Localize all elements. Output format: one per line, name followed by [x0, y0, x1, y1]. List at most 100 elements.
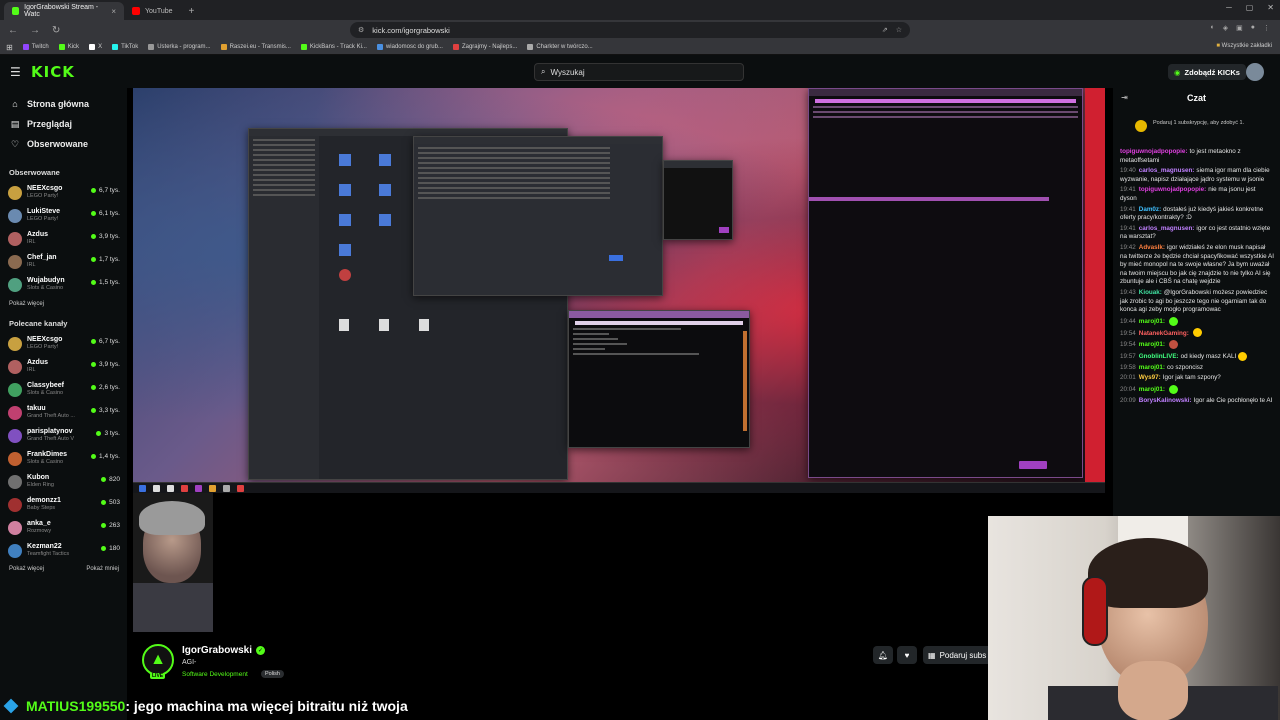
bookmark-item[interactable]: TikTok: [112, 44, 138, 50]
live-dot-icon: [91, 280, 97, 285]
terminal-window: [568, 310, 750, 448]
chat-message: 19:41 topiguwnojadpopopie: nie ma jsonu je…: [1113, 186, 1280, 203]
site-info-icon[interactable]: ⚙: [358, 26, 364, 34]
overlay-text: : jego machina ma więcej bitraitu niż tw…: [125, 698, 408, 714]
extension-icon[interactable]: ▣: [1236, 24, 1243, 32]
bookmark-item[interactable]: Usterka - program...: [148, 44, 211, 50]
channel-item[interactable]: Classybeef Slots & Casino 2,6 tys.: [0, 378, 127, 401]
channel-item[interactable]: demonzz1 Baby Steps 503: [0, 493, 127, 516]
nav-following[interactable]: ♡ Obserwowane: [0, 134, 127, 154]
all-bookmarks-folder[interactable]: ■ Wszystkie zakładki: [1216, 43, 1272, 49]
bookmark-item[interactable]: X: [89, 44, 102, 50]
bookmark-item[interactable]: KickBans - Track Ki...: [300, 44, 367, 50]
show-less-recommended[interactable]: Pokaż mniej: [86, 566, 119, 572]
close-window-icon[interactable]: ✕: [1267, 3, 1274, 12]
channel-item[interactable]: Chef_jan IRL 1,7 tys.: [0, 250, 127, 273]
channel-item[interactable]: parisplatynov Grand Theft Auto V 3 tys.: [0, 424, 127, 447]
sidebar-lines: [249, 139, 319, 196]
streamer-name[interactable]: IgorGrabowski: [182, 645, 252, 656]
browser-tab-youtube[interactable]: YouTube: [124, 2, 181, 20]
channel-category: IRL: [27, 262, 36, 268]
extension-icon[interactable]: ◐: [1211, 24, 1215, 32]
channel-item[interactable]: Azdus IRL 3,9 tys.: [0, 355, 127, 378]
message-username[interactable]: topiguwnojadpopopie:: [1120, 148, 1188, 155]
channel-item[interactable]: Wujabudyn Slots & Casino 1,5 tys.: [0, 273, 127, 296]
kick-logo[interactable]: KICK: [31, 63, 75, 81]
nav-home[interactable]: ⌂ Strona główna: [0, 94, 127, 114]
message-username[interactable]: Wys97:: [1139, 374, 1161, 381]
close-tab-icon[interactable]: ×: [111, 7, 116, 16]
share-icon[interactable]: ⇗: [882, 26, 888, 34]
hamburger-menu-icon[interactable]: ☰: [10, 65, 21, 79]
message-username[interactable]: NatanekGaming:: [1139, 330, 1189, 337]
get-kicks-button[interactable]: ◉ Zdobądź KICKs: [1168, 64, 1246, 80]
chat-message: 20:01 Wys97: Igor jak tam szpony?: [1113, 374, 1280, 383]
channel-item[interactable]: Kezman22 Teamfight Tactics 180: [0, 539, 127, 562]
reload-icon[interactable]: ↻: [52, 25, 60, 36]
message-username[interactable]: BorysKalinowski:: [1139, 397, 1192, 404]
collapse-chat-icon[interactable]: ⇥: [1121, 93, 1128, 102]
message-username[interactable]: carlos_magnusen:: [1139, 225, 1195, 232]
channel-item[interactable]: FrankDimes Slots & Casino 1,4 tys.: [0, 447, 127, 470]
message-username[interactable]: Dam0z:: [1139, 206, 1161, 213]
bookmark-item[interactable]: Zagrajmy - Najleps...: [452, 44, 517, 50]
bookmark-item[interactable]: Raszei.eu - Transmis...: [220, 44, 291, 50]
browser-tab-kick[interactable]: IgorGrabowski Stream - Watc ×: [4, 2, 124, 20]
forward-icon[interactable]: →: [30, 25, 40, 36]
bookmark-item[interactable]: Twitch: [22, 44, 49, 50]
user-avatar[interactable]: [1246, 63, 1264, 81]
channel-item[interactable]: takuu Grand Theft Auto ... 3,3 tys.: [0, 401, 127, 424]
channel-item[interactable]: NEEXcsgo LEGO Party! 6,7 tys.: [0, 181, 127, 204]
stream-player[interactable]: [133, 88, 1105, 632]
message-timestamp: 19:40: [1120, 167, 1136, 175]
stream-category[interactable]: Software Development: [182, 671, 248, 678]
apps-grid-icon[interactable]: ⊞: [6, 43, 13, 52]
channel-item[interactable]: LukiSteve LEGO Party! 6,1 tys.: [0, 204, 127, 227]
channel-item[interactable]: Kubon Elden Ring 820: [0, 470, 127, 493]
bookmark-star-icon[interactable]: ☆: [896, 26, 902, 34]
nav-browse[interactable]: ▤ Przeglądaj: [0, 114, 127, 134]
language-tag[interactable]: Polish: [261, 670, 284, 678]
message-username[interactable]: maroj01:: [1139, 341, 1165, 348]
url-bar[interactable]: ⚙ kick.com/igorgrabowski ⇗ ☆: [350, 22, 910, 38]
app-icon: [195, 485, 202, 492]
menu-dots-icon[interactable]: ⋮: [1263, 24, 1270, 32]
action-button: [1019, 461, 1047, 469]
channel-item[interactable]: NEEXcsgo LEGO Party! 6,7 tys.: [0, 332, 127, 355]
channel-item[interactable]: Azdus IRL 3,9 tys.: [0, 227, 127, 250]
channel-avatar: [8, 474, 22, 489]
profile-icon[interactable]: ●: [1251, 24, 1255, 32]
message-username[interactable]: Kiouak:: [1139, 289, 1162, 296]
search-input[interactable]: ⌕ Wyszukaj: [534, 63, 744, 81]
streamer-avatar[interactable]: ▲: [142, 644, 174, 676]
channel-item[interactable]: anka_e Rozmowy 263: [0, 516, 127, 539]
pinned-sub-message[interactable]: Podaruj 1 subskrypcję, aby zdobyć 1.: [1113, 108, 1280, 148]
message-username[interactable]: maroj01:: [1139, 364, 1165, 371]
channel-avatar: [8, 382, 22, 397]
gift-subs-button[interactable]: ▦ Podaruj subs: [923, 646, 993, 664]
message-username[interactable]: maroj01:: [1139, 318, 1165, 325]
message-username[interactable]: GnoblinLIVE:: [1139, 353, 1179, 360]
twitch-icon: [22, 44, 29, 50]
show-more-recommended[interactable]: Pokaż więcej: [9, 566, 44, 572]
live-dot-icon: [91, 339, 97, 344]
notification-bell-button[interactable]: 🔔︎: [873, 646, 893, 664]
terminal-output: [569, 328, 749, 355]
message-username[interactable]: Advaslk:: [1139, 244, 1165, 251]
bookmark-item[interactable]: wiadomosc do grub...: [376, 44, 443, 50]
show-more-followed[interactable]: Pokaż więcej: [0, 296, 127, 311]
kick-icon: [58, 44, 65, 50]
new-tab-button[interactable]: +: [181, 2, 203, 20]
bookmark-item[interactable]: Charkter w twórczo...: [527, 44, 593, 50]
message-username[interactable]: carlos_magnusen:: [1139, 167, 1195, 174]
back-icon[interactable]: ←: [8, 25, 18, 36]
message-username[interactable]: topiguwnojadpopopie:: [1139, 186, 1207, 193]
folder-icon: [339, 154, 351, 166]
window-titlebar: [414, 137, 662, 144]
maximize-icon[interactable]: ▢: [1246, 3, 1254, 12]
extension-icon[interactable]: ◈: [1223, 24, 1228, 32]
minimize-icon[interactable]: ─: [1226, 3, 1232, 12]
bookmark-item[interactable]: Kick: [58, 44, 79, 50]
follow-heart-button[interactable]: ♥: [897, 646, 917, 664]
message-username[interactable]: maroj01:: [1139, 386, 1165, 393]
